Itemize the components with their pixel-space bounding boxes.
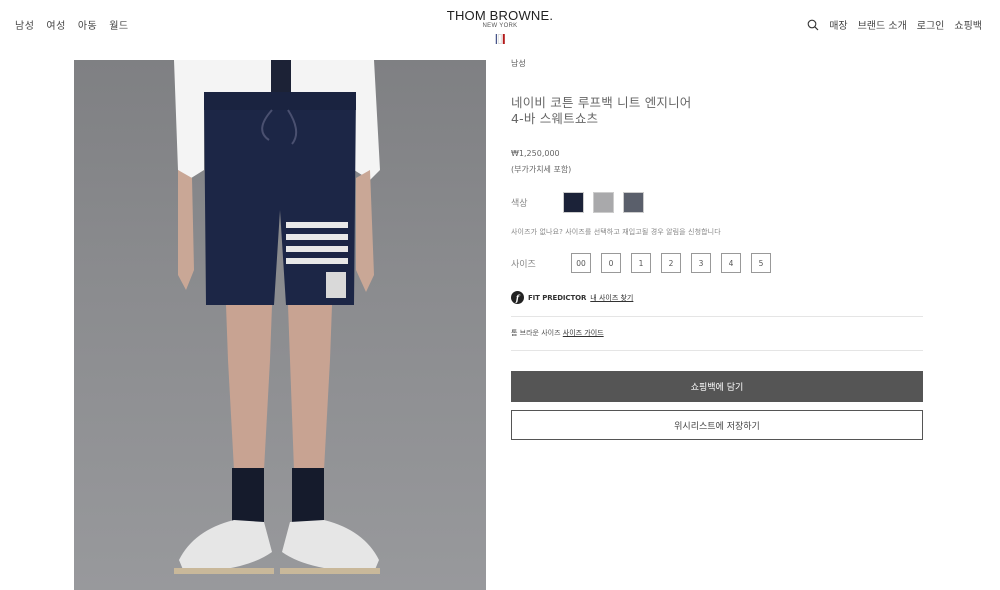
- size-guide-prefix: 톰 브라운 사이즈: [511, 329, 561, 337]
- search-icon[interactable]: [807, 19, 819, 31]
- restock-notice: 사이즈가 없나요? 사이즈를 선택하고 재입고될 경우 알림을 신청합니다: [511, 228, 721, 236]
- size-guide-link[interactable]: 사이즈 가이드: [563, 329, 604, 337]
- nav-world[interactable]: 월드: [109, 17, 128, 32]
- nav-brand[interactable]: 브랜드 소개: [858, 17, 907, 32]
- product-price: ₩1,250,000: [511, 149, 560, 158]
- product-details: 남성 네이비 코튼 루프백 니트 엔지니어 4-바 스웨트쇼츠 ₩1,250,0…: [511, 58, 923, 440]
- product-title: 네이비 코튼 루프백 니트 엔지니어 4-바 스웨트쇼츠: [511, 95, 692, 126]
- color-swatch-grey[interactable]: [593, 192, 614, 213]
- color-swatch-dark-grey[interactable]: [623, 192, 644, 213]
- fit-predictor: f FIT PREDICTOR 내 사이즈 찾기: [511, 291, 923, 304]
- size-option[interactable]: 00: [571, 253, 591, 273]
- divider: [511, 316, 923, 317]
- flag-icon: [495, 34, 505, 44]
- product-category[interactable]: 남성: [511, 58, 923, 69]
- size-selector: 사이즈 00 0 1 2 3 4 5: [511, 253, 923, 273]
- logo-wordmark: THOM BROWNE.: [446, 8, 554, 23]
- size-option[interactable]: 1: [631, 253, 651, 273]
- find-my-size-link[interactable]: 내 사이즈 찾기: [590, 293, 633, 303]
- nav-kids[interactable]: 아동: [78, 17, 97, 32]
- size-option[interactable]: 0: [601, 253, 621, 273]
- primary-nav: 남성 여성 아동 월드: [15, 17, 129, 32]
- size-option[interactable]: 5: [751, 253, 771, 273]
- brand-logo[interactable]: THOM BROWNE. NEW YORK: [447, 8, 553, 44]
- nav-men[interactable]: 남성: [15, 17, 34, 32]
- nav-login[interactable]: 로그인: [917, 17, 945, 32]
- save-to-wishlist-button[interactable]: 위시리스트에 저장하기: [511, 410, 923, 440]
- fit-predictor-label: FIT PREDICTOR: [528, 293, 587, 302]
- utility-nav: 매장 브랜드 소개 로그인 쇼핑백: [807, 17, 982, 32]
- color-selector: 색상: [511, 192, 923, 213]
- size-guide-row: 톰 브라운 사이즈 사이즈 가이드: [511, 328, 923, 338]
- vat-note: (부가가치세 포함): [511, 165, 572, 174]
- size-option[interactable]: 3: [691, 253, 711, 273]
- size-label: 사이즈: [511, 259, 536, 270]
- site-header: 남성 여성 아동 월드 THOM BROWNE. NEW YORK 매장 브랜드…: [0, 0, 1000, 50]
- size-option[interactable]: 2: [661, 253, 681, 273]
- size-option[interactable]: 4: [721, 253, 741, 273]
- nav-store[interactable]: 매장: [829, 17, 847, 32]
- fit-predictor-icon: f: [511, 291, 524, 304]
- nav-bag[interactable]: 쇼핑백: [954, 17, 982, 32]
- color-swatch-navy[interactable]: [563, 192, 584, 213]
- divider: [511, 350, 923, 351]
- product-photo-illustration: [174, 60, 380, 574]
- logo-city: NEW YORK: [482, 23, 518, 29]
- add-to-bag-button[interactable]: 쇼핑백에 담기: [511, 371, 923, 402]
- color-label: 색상: [511, 199, 528, 209]
- product-image[interactable]: [74, 60, 486, 590]
- nav-women[interactable]: 여성: [46, 17, 65, 32]
